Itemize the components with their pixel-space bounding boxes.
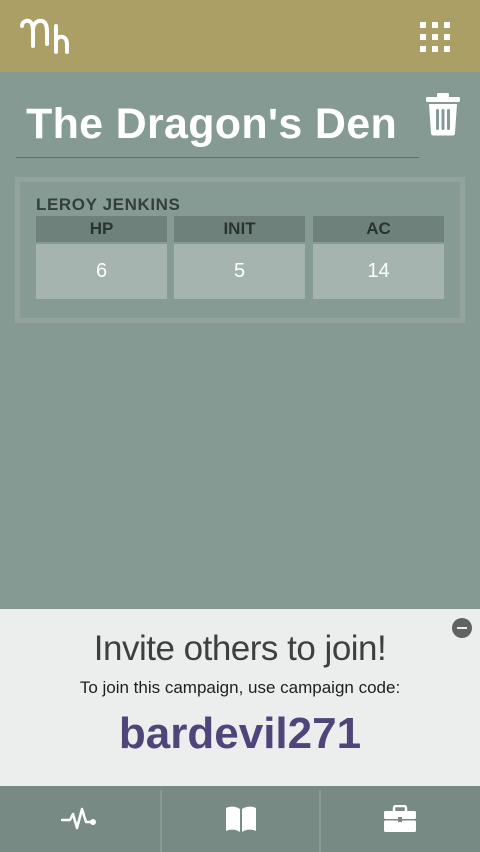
activity-pulse-icon (61, 807, 96, 830)
tab-inventory[interactable] (320, 786, 480, 852)
tab-activity[interactable] (0, 786, 160, 852)
character-name: LEROY JENKINS (36, 195, 181, 214)
mh-logo-icon[interactable] (18, 12, 72, 56)
character-card[interactable]: LEROY JENKINS HP 6 INIT 5 AC 14 (15, 177, 465, 323)
stat-label: AC (313, 216, 444, 242)
campaign-title: The Dragon's Den (26, 100, 398, 148)
book-icon (226, 806, 256, 832)
grid-menu-icon[interactable] (420, 22, 454, 52)
briefcase-icon (384, 805, 416, 832)
stat-label: HP (36, 216, 167, 242)
tab-book[interactable] (161, 786, 321, 852)
stat-ac[interactable]: AC 14 (313, 216, 444, 299)
stat-value: 5 (174, 244, 305, 299)
campaign-code: bardevil271 (118, 709, 362, 758)
bottom-nav (0, 786, 480, 852)
top-bar (0, 0, 480, 72)
stat-value: 6 (36, 244, 167, 299)
invite-panel: Invite others to join! To join this camp… (0, 609, 480, 786)
stat-hp[interactable]: HP 6 (36, 216, 167, 299)
trash-icon[interactable] (424, 92, 462, 136)
stat-init[interactable]: INIT 5 (174, 216, 305, 299)
title-underline (16, 157, 419, 158)
stat-label: INIT (174, 216, 305, 242)
invite-heading: Invite others to join! (93, 629, 387, 668)
invite-instructions: To join this campaign, use campaign code… (79, 678, 401, 697)
stat-value: 14 (313, 244, 444, 299)
